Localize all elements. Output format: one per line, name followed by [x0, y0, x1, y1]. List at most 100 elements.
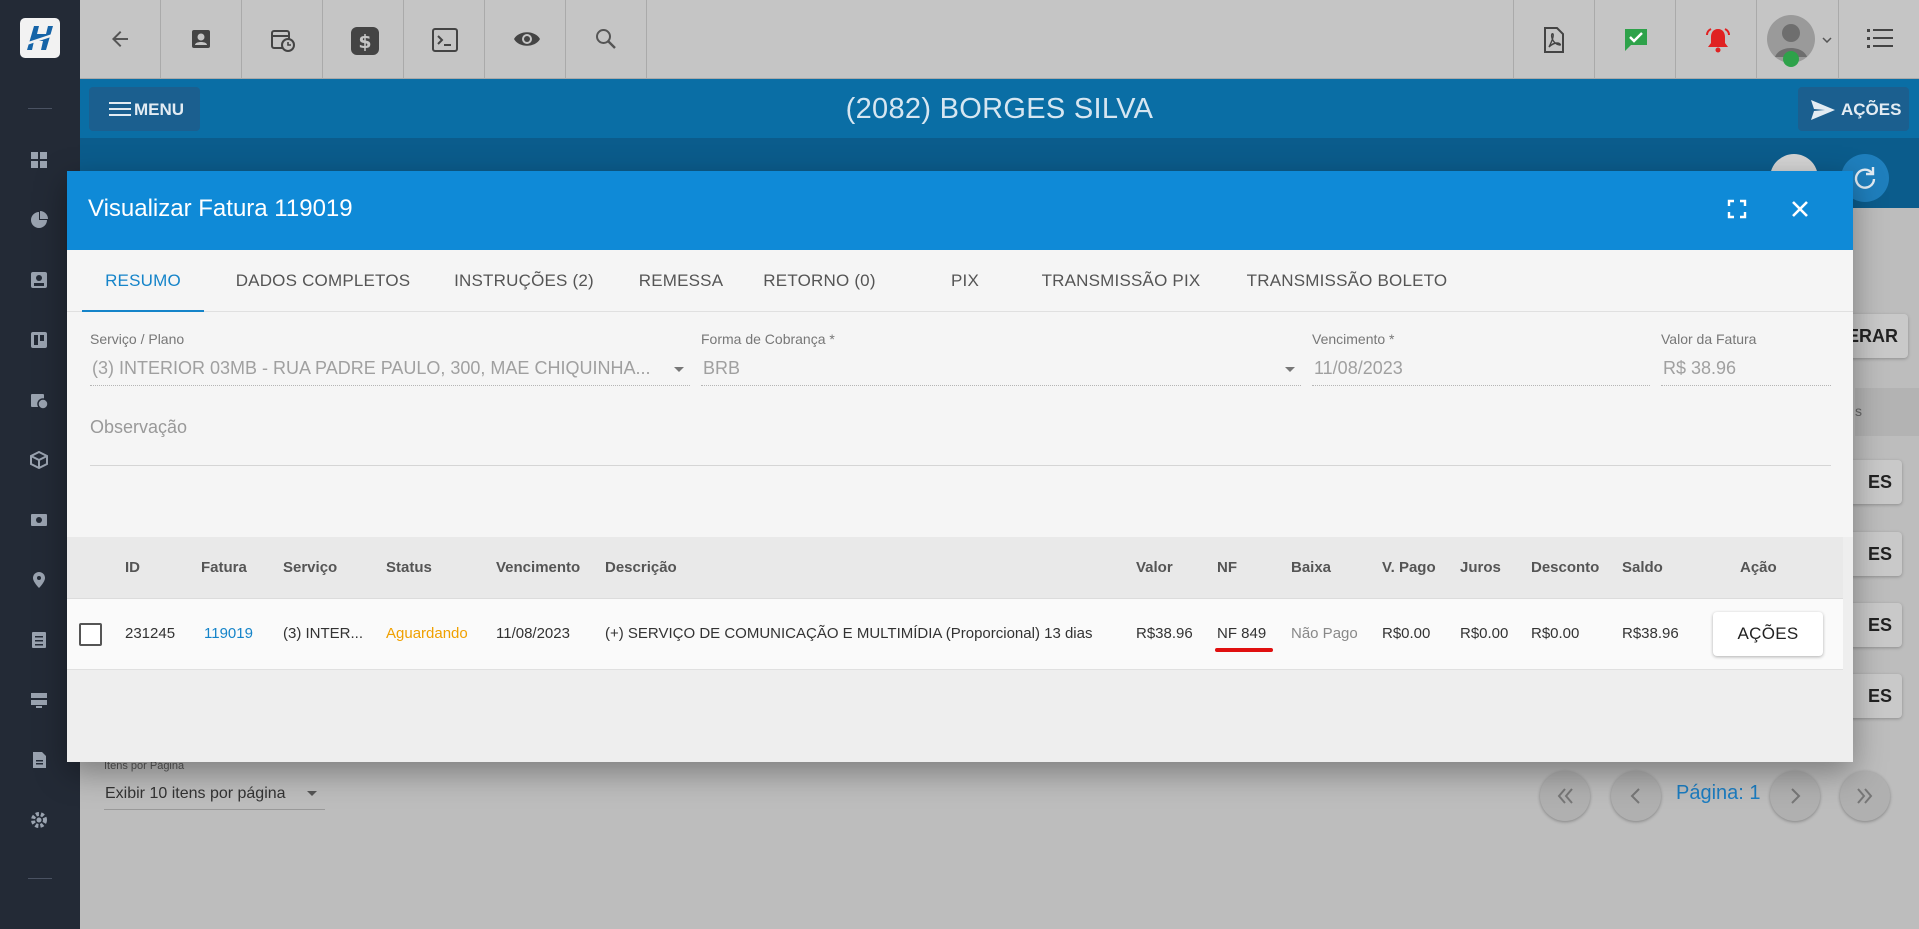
chevron-left-icon [1630, 788, 1640, 804]
tab-instrucoes[interactable]: INSTRUÇÕES (2) [430, 250, 618, 312]
modal-title: Visualizar Fatura 119019 [88, 195, 353, 222]
contact-card-button[interactable] [161, 0, 242, 79]
cell-descricao: (+) SERVIÇO DE COMUNICAÇÃO E MULTIMÍDIA … [605, 625, 1093, 642]
tab-resumo[interactable]: RESUMO [82, 250, 204, 312]
pdf-button[interactable] [1513, 0, 1594, 79]
tab-remessa[interactable]: REMESSA [616, 250, 746, 312]
calendar-clock-icon[interactable] [30, 391, 48, 409]
next-page-button[interactable] [1770, 771, 1820, 821]
vencimento-field[interactable]: 11/08/2023 [1312, 353, 1650, 386]
file-icon[interactable] [30, 751, 48, 769]
terminal-icon [432, 28, 458, 52]
last-page-button[interactable] [1840, 771, 1890, 821]
financial-button[interactable]: $ [323, 0, 404, 79]
sidebar-divider [28, 108, 52, 109]
column-header: Status [386, 559, 432, 576]
cell-nf[interactable]: NF 849 [1217, 625, 1266, 642]
schedule-button[interactable] [242, 0, 323, 79]
previous-page-button[interactable] [1611, 771, 1661, 821]
board-icon[interactable] [30, 331, 48, 349]
column-header: NF [1217, 559, 1237, 576]
tab-retorno[interactable]: RETORNO (0) [737, 250, 902, 312]
chevron-down-icon [307, 791, 317, 796]
gear-icon[interactable] [30, 811, 48, 829]
acoes-header-label: AÇÕES [1841, 100, 1902, 119]
list-icon [1867, 29, 1893, 48]
status-badge: Aguardando [386, 625, 468, 642]
fullscreen-icon[interactable] [1725, 197, 1749, 221]
view-button[interactable] [485, 0, 566, 79]
messages-button[interactable] [1594, 0, 1675, 79]
logo-mark-icon [27, 26, 53, 50]
cube-icon[interactable] [30, 451, 48, 469]
vencimento-label: Vencimento * [1312, 331, 1395, 347]
row-acoes-button[interactable]: AÇÕES [1713, 612, 1823, 656]
server-icon[interactable] [30, 691, 48, 709]
table-header: ID Fatura Serviço Status Vencimento Desc… [67, 537, 1843, 599]
column-header: V. Pago [1382, 559, 1436, 576]
chevron-down-icon [674, 367, 684, 372]
invoice-form: Serviço / Plano (3) INTERIOR 03MB - RUA … [67, 312, 1853, 537]
column-header: Baixa [1291, 559, 1332, 576]
cell-id: 231245 [125, 625, 176, 642]
search-button[interactable] [566, 0, 647, 79]
dashboard-icon[interactable] [30, 151, 48, 169]
column-header: ID [125, 559, 140, 576]
column-header: Fatura [201, 559, 247, 576]
document-list-icon[interactable] [30, 631, 48, 649]
background-column-band: s [1855, 388, 1919, 436]
column-header: Saldo [1622, 559, 1663, 576]
tab-pix[interactable]: PIX [925, 250, 1005, 312]
sidebar-divider [28, 878, 52, 879]
servico-select[interactable]: (3) INTERIOR 03MB - RUA PADRE PAULO, 300… [90, 353, 690, 386]
close-icon[interactable] [1788, 197, 1812, 221]
refresh-icon [1854, 167, 1876, 189]
calendar-clock-icon [271, 30, 295, 52]
tab-transmissao-boleto[interactable]: TRANSMISSÃO BOLETO [1223, 250, 1471, 312]
forma-cobranca-select[interactable]: BRB [701, 353, 1301, 386]
contacts-icon[interactable] [30, 271, 48, 289]
client-title: (2082) BORGES SILVA [845, 93, 1154, 125]
invoice-link[interactable]: 119019 [204, 625, 253, 642]
menu-button-label: MENU [134, 100, 185, 119]
top-toolbar: $ [80, 0, 1919, 79]
user-avatar [1767, 15, 1815, 67]
valor-fatura-label: Valor da Fatura [1661, 331, 1757, 347]
terminal-button[interactable] [404, 0, 485, 79]
pie-chart-icon[interactable] [30, 211, 48, 229]
row-checkbox[interactable] [79, 623, 102, 646]
hamburger-icon [109, 102, 131, 116]
servico-label: Serviço / Plano [90, 331, 185, 347]
valor-fatura-field[interactable]: R$ 38.96 [1661, 353, 1831, 386]
map-pin-icon[interactable] [30, 571, 48, 589]
cell-valor: R$38.96 [1136, 625, 1193, 642]
list-button[interactable] [1838, 0, 1919, 79]
pdf-icon [1544, 27, 1564, 53]
cell-juros: R$0.00 [1460, 625, 1509, 642]
back-button[interactable] [80, 0, 161, 79]
money-icon[interactable] [30, 511, 48, 529]
tab-dados-completos[interactable]: DADOS COMPLETOS [219, 250, 427, 312]
app-logo[interactable] [20, 18, 60, 58]
user-menu[interactable] [1756, 0, 1838, 79]
per-page-select[interactable]: Exibir 10 itens por página [104, 776, 325, 810]
eye-icon [514, 32, 540, 46]
forma-cobranca-label: Forma de Cobrança * [701, 331, 835, 347]
cell-saldo: R$38.96 [1622, 625, 1679, 642]
tab-transmissao-pix[interactable]: TRANSMISSÃO PIX [1017, 250, 1225, 312]
column-header: Valor [1136, 559, 1173, 576]
alarms-button[interactable] [1675, 0, 1756, 79]
observacao-field[interactable]: Observação [90, 417, 1831, 466]
cell-servico: (3) INTER... [283, 625, 364, 642]
column-header: Desconto [1531, 559, 1600, 576]
modal-header: Visualizar Fatura 119019 [67, 171, 1853, 250]
double-chevron-left-icon [1557, 788, 1573, 804]
alarm-bell-icon [1706, 28, 1730, 53]
acoes-header-button[interactable]: AÇÕES [1798, 87, 1909, 131]
chevron-down-icon [1285, 367, 1295, 372]
contact-card-icon [192, 30, 210, 48]
chevron-down-icon [1822, 37, 1832, 43]
column-header: Vencimento [496, 559, 581, 576]
first-page-button[interactable] [1540, 771, 1590, 821]
menu-button[interactable]: MENU [89, 87, 200, 131]
